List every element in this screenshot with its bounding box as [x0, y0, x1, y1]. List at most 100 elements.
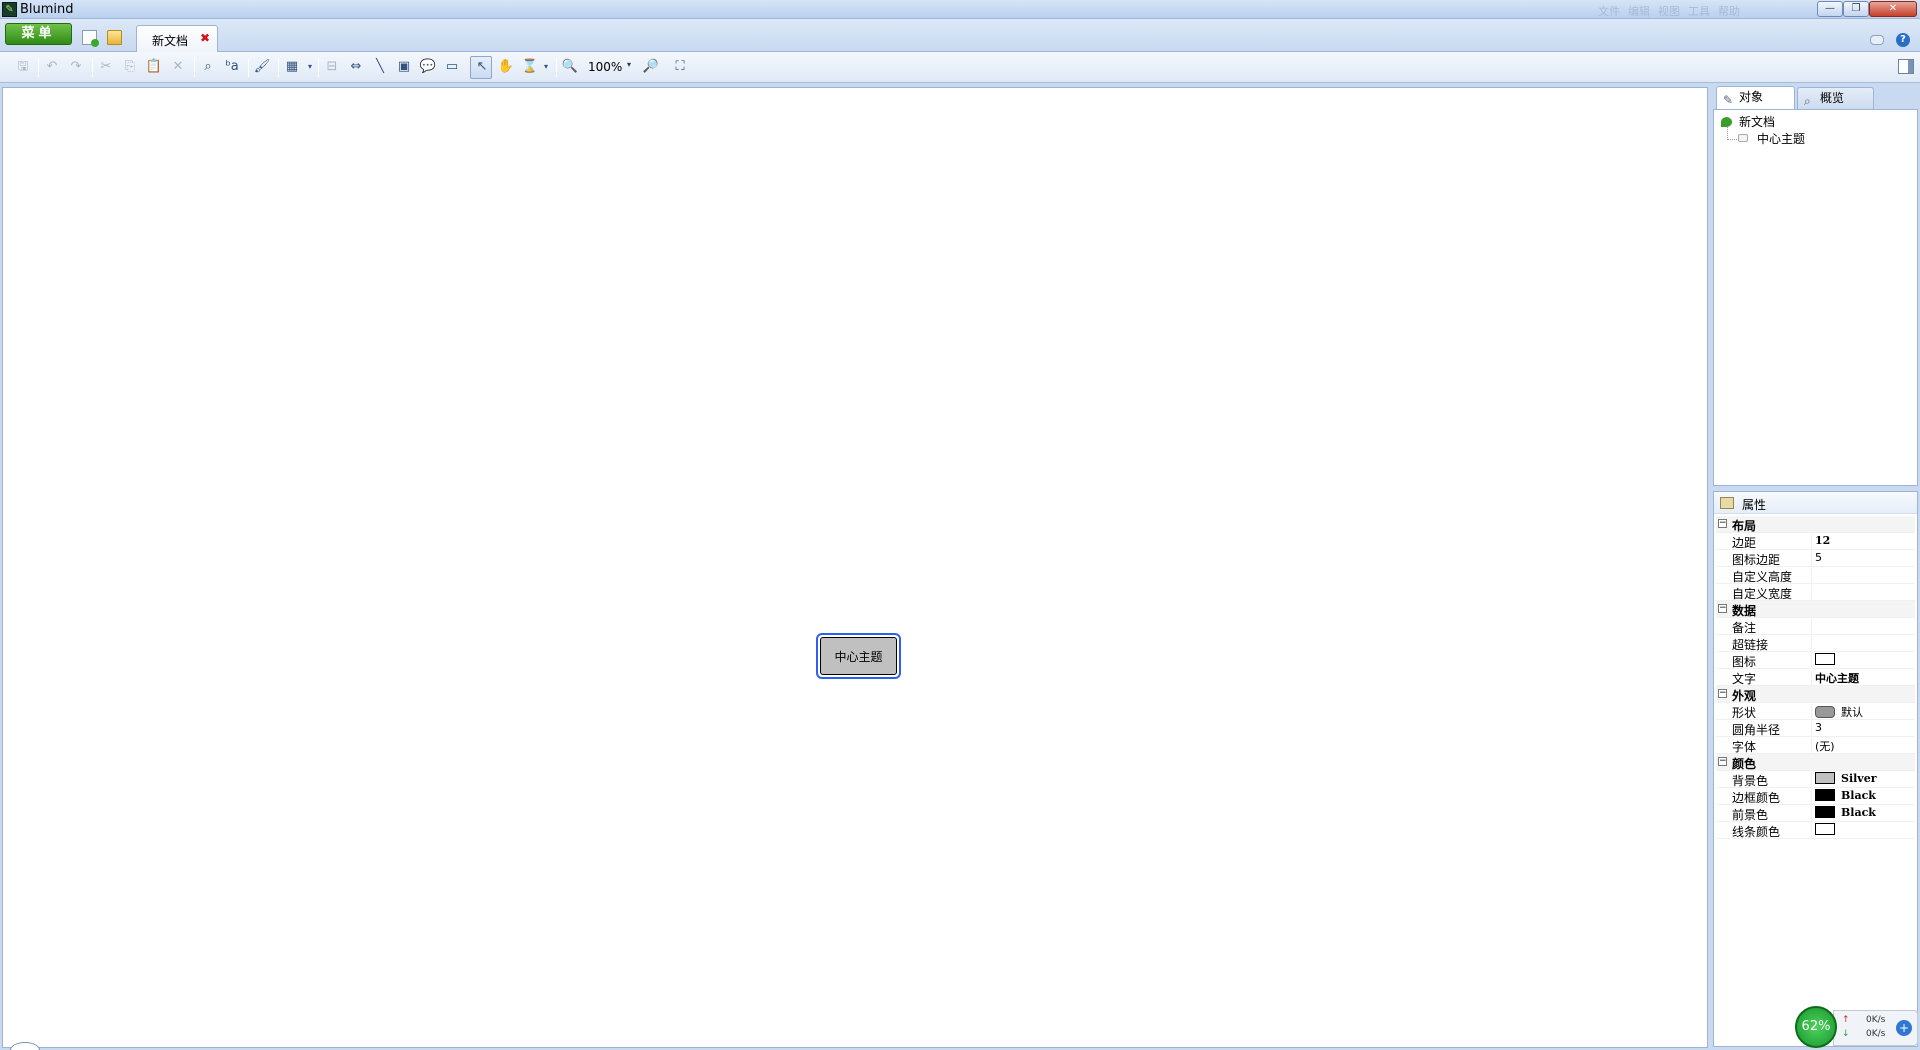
label-icon[interactable]: ▭	[444, 59, 460, 75]
format-painter-icon[interactable]: 🖌	[254, 59, 271, 75]
boost-icon[interactable]: +	[1896, 1020, 1912, 1036]
property-value[interactable]	[1811, 585, 1915, 601]
cut-icon[interactable]: ✂	[98, 59, 114, 75]
tab-label: 新文档	[152, 34, 189, 48]
zoom-out-icon[interactable]: 🔍	[562, 59, 578, 75]
property-padding[interactable]: 边距 12	[1716, 533, 1915, 550]
cpu-usage-gauge[interactable]: 62%	[1795, 1006, 1837, 1048]
property-value[interactable]: 5	[1811, 551, 1915, 567]
zoom-in-icon[interactable]: 🔎	[643, 59, 659, 75]
property-shape[interactable]: 形状 默认	[1716, 703, 1915, 720]
tab-close-icon[interactable]: ✖	[200, 31, 210, 45]
property-icon-padding[interactable]: 图标边距 5	[1716, 550, 1915, 567]
property-value[interactable]: Black	[1811, 789, 1915, 805]
redo-icon[interactable]: ↷	[68, 59, 84, 75]
rounded-shape-icon	[1815, 706, 1835, 718]
property-value[interactable]: Silver	[1811, 772, 1915, 788]
objects-icon: ✎	[1723, 93, 1734, 107]
callout-icon[interactable]: 💬	[420, 59, 436, 75]
property-back-color[interactable]: 背景色 Silver	[1716, 771, 1915, 788]
system-monitor-widget[interactable]: ↑ 0K/s ↓ 0K/s + 62%	[1795, 1006, 1918, 1048]
line-icon[interactable]: ╲	[372, 59, 388, 75]
property-value[interactable]	[1811, 653, 1915, 669]
property-name: 形状	[1732, 706, 1757, 720]
mind-map-canvas[interactable]: 中心主题	[2, 87, 1708, 1048]
save-icon[interactable]: 🖫	[15, 59, 31, 75]
category-data[interactable]: − 数据	[1716, 601, 1915, 618]
faded-menu-view[interactable]: 视图	[1658, 3, 1680, 19]
property-value[interactable]	[1811, 619, 1915, 635]
collapse-icon[interactable]: −	[1718, 689, 1727, 698]
undo-icon[interactable]: ↶	[44, 59, 60, 75]
timer-icon[interactable]: ⌛	[522, 59, 538, 75]
property-name: 自定义宽度	[1732, 587, 1793, 601]
category-appearance[interactable]: − 外观	[1716, 686, 1915, 703]
zoom-level[interactable]: 100%	[588, 60, 622, 74]
property-value[interactable]	[1811, 823, 1915, 839]
property-border-color[interactable]: 边框颜色 Black	[1716, 788, 1915, 805]
category-color[interactable]: − 颜色	[1716, 754, 1915, 771]
faded-menu-edit[interactable]: 编辑	[1628, 3, 1650, 19]
minimize-button[interactable]: —	[1817, 1, 1843, 17]
property-value[interactable]	[1811, 568, 1915, 584]
property-name: 背景色	[1732, 774, 1769, 788]
timer-dropdown-icon[interactable]: ▾	[538, 59, 554, 75]
collapse-icon[interactable]: −	[1718, 604, 1727, 613]
note-icon[interactable]: ▣	[396, 59, 412, 75]
properties-icon	[1720, 497, 1734, 509]
faded-menu-file[interactable]: 文件	[1598, 3, 1620, 19]
tab-objects[interactable]: ✎ 对象	[1716, 86, 1795, 109]
help-icon[interactable]: ?	[1896, 33, 1910, 47]
replace-icon[interactable]: ᵇa	[224, 59, 240, 75]
close-window-button[interactable]: ✕	[1869, 1, 1917, 17]
hand-icon[interactable]: ✋	[498, 59, 514, 75]
property-value[interactable]: 中心主题	[1811, 670, 1915, 686]
delete-icon[interactable]: ✕	[170, 59, 186, 75]
category-layout[interactable]: − 布局	[1716, 516, 1915, 533]
insert-topic-icon[interactable]: ⊟	[324, 59, 340, 75]
layout-icon[interactable]: ▦	[284, 59, 300, 75]
property-remark[interactable]: 备注	[1716, 618, 1915, 635]
property-font[interactable]: 字体 (无)	[1716, 737, 1915, 754]
collapse-icon[interactable]: −	[1718, 757, 1727, 766]
property-value[interactable]: 12	[1811, 534, 1915, 550]
central-topic-node[interactable]: 中心主题	[816, 633, 901, 679]
property-name: 备注	[1732, 621, 1757, 635]
main-menu-button[interactable]: 菜单	[5, 23, 72, 45]
faded-menu-help[interactable]: 帮助	[1718, 3, 1740, 19]
tab-new-document[interactable]: 新文档 ✖	[136, 25, 218, 52]
upload-arrow-icon: ↑	[1842, 1015, 1850, 1025]
property-icon[interactable]: 图标	[1716, 652, 1915, 669]
property-custom-height[interactable]: 自定义高度	[1716, 567, 1915, 584]
find-icon[interactable]: ⌕	[200, 59, 216, 75]
property-corner-radius[interactable]: 圆角半径 3	[1716, 720, 1915, 737]
paste-icon[interactable]: 📋	[146, 59, 162, 75]
side-panel-toggle-icon[interactable]	[1898, 59, 1914, 74]
pointer-icon[interactable]: ↖	[474, 59, 490, 75]
zoom-dropdown-icon[interactable]: ▾	[627, 60, 631, 69]
maximize-button[interactable]: ❐	[1843, 1, 1869, 17]
collapse-icon[interactable]: −	[1718, 519, 1727, 528]
property-custom-width[interactable]: 自定义宽度	[1716, 584, 1915, 601]
tab-overview[interactable]: ⌕ 概览	[1797, 87, 1874, 109]
property-hyperlink[interactable]: 超链接	[1716, 635, 1915, 652]
property-value[interactable]: Black	[1811, 806, 1915, 822]
property-value[interactable]: 默认	[1811, 704, 1915, 720]
layout-dropdown-icon[interactable]: ▾	[302, 59, 318, 75]
tree-item-root[interactable]: 新文档	[1739, 113, 1775, 130]
insert-link-icon[interactable]: ⇔	[348, 59, 364, 75]
copy-icon[interactable]: ⎘	[122, 59, 138, 75]
property-value[interactable]: 3	[1811, 721, 1915, 737]
property-name: 文字	[1732, 672, 1757, 686]
property-fore-color[interactable]: 前景色 Black	[1716, 805, 1915, 822]
property-value[interactable]	[1811, 636, 1915, 652]
cloud-icon[interactable]	[1870, 35, 1884, 45]
property-value[interactable]: (无)	[1811, 738, 1915, 754]
open-folder-icon[interactable]	[107, 30, 122, 45]
new-document-icon[interactable]	[82, 30, 99, 47]
faded-menu-tools[interactable]: 工具	[1688, 3, 1710, 19]
fit-window-icon[interactable]: ⛶	[672, 59, 688, 75]
tree-item-central-topic[interactable]: 中心主题	[1757, 130, 1805, 147]
property-line-color[interactable]: 线条颜色	[1716, 822, 1915, 839]
property-text[interactable]: 文字 中心主题	[1716, 669, 1915, 686]
